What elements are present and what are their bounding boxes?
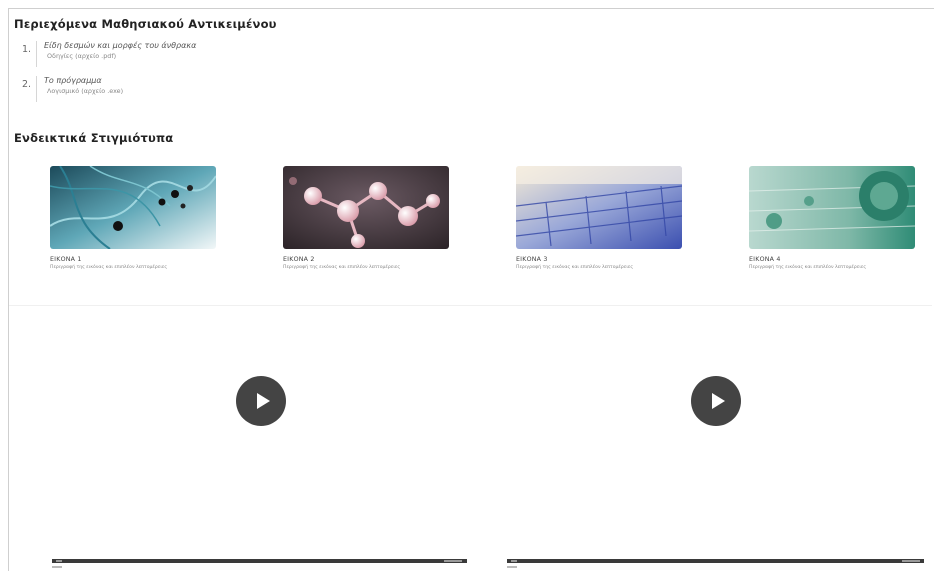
card-description: Περιγραφή της εικόνας και επιπλέον λεπτο… [50,265,168,270]
fungal-hyphae-image[interactable] [50,166,216,249]
card-description: Περιγραφή της εικόνας και επιπλέον λεπτο… [283,265,401,270]
item-number: 1. [22,44,32,55]
video-control-bar[interactable] [52,559,467,563]
play-button[interactable] [691,376,741,426]
play-icon [711,393,725,409]
card-title: ΕΙΚΟΝΑ 1 [50,256,82,263]
card-description: Περιγραφή της εικόνας και επιπλέον λεπτο… [749,265,867,270]
video-player-1[interactable] [9,306,479,571]
video-caption-stub [52,566,62,568]
plant-cell-image[interactable] [749,166,915,249]
item-title-link[interactable]: Είδη δεσμών και μορφές του άνθρακα [44,41,196,50]
item-subtitle: Λογισμικό (αρχείο .exe) [47,87,124,95]
cell-micrograph-image[interactable] [516,166,682,249]
card-description: Περιγραφή της εικόνας και επιπλέον λεπτο… [516,265,634,270]
card-title: ΕΙΚΟΝΑ 4 [749,256,781,263]
screenshot-card-1[interactable]: ΕΙΚΟΝΑ 1 Περιγραφή της εικόνας και επιπλ… [50,166,216,270]
item-divider [36,76,37,102]
card-title: ΕΙΚΟΝΑ 3 [516,256,548,263]
item-number: 2. [22,79,32,90]
molecule-image[interactable] [283,166,449,249]
video-player-2[interactable] [464,306,934,571]
contents-heading: Περιεχόμενα Μαθησιακού Αντικειμένου [14,17,277,31]
screenshot-card-3[interactable]: ΕΙΚΟΝΑ 3 Περιγραφή της εικόνας και επιπλ… [516,166,682,270]
screenshot-card-4[interactable]: ΕΙΚΟΝΑ 4 Περιγραφή της εικόνας και επιπλ… [749,166,915,270]
item-divider [36,41,37,67]
play-icon [256,393,270,409]
content-item-2[interactable]: 2. Το πρόγραμμα Λογισμικό (αρχείο .exe) [22,76,322,102]
item-title-link[interactable]: Το πρόγραμμα [44,76,102,85]
card-title: ΕΙΚΟΝΑ 2 [283,256,315,263]
video-caption-stub [507,566,517,568]
screenshots-heading: Ενδεικτικά Στιγμιότυπα [14,131,174,145]
item-subtitle: Οδηγίες (αρχείο .pdf) [47,52,117,60]
play-button[interactable] [236,376,286,426]
video-control-bar[interactable] [507,559,924,563]
content-item-1[interactable]: 1. Είδη δεσμών και μορφές του άνθρακα Οδ… [22,41,322,67]
screenshot-card-2[interactable]: ΕΙΚΟΝΑ 2 Περιγραφή της εικόνας και επιπλ… [283,166,449,270]
